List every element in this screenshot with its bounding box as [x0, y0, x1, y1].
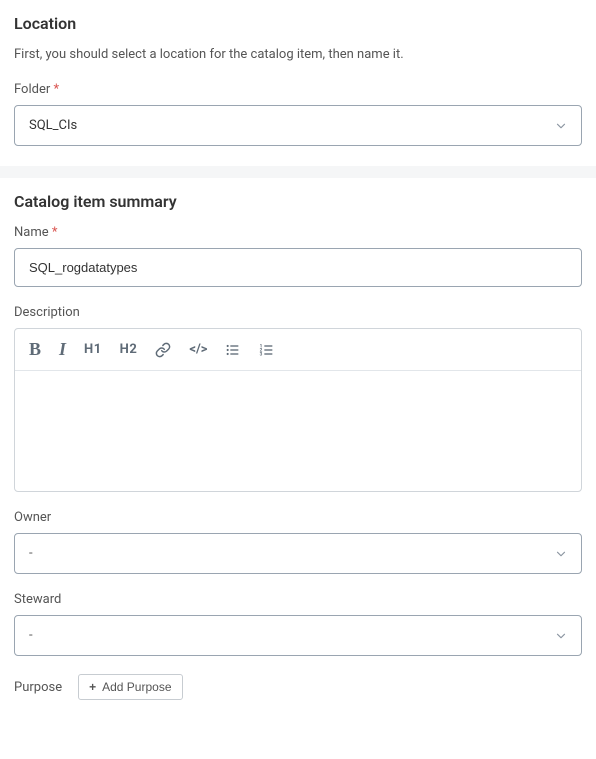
bold-button[interactable]: B: [29, 339, 41, 360]
folder-label-text: Folder: [14, 82, 50, 97]
required-marker: *: [54, 82, 60, 97]
required-marker: *: [52, 225, 58, 240]
location-title: Location: [14, 14, 582, 33]
owner-select[interactable]: -: [14, 533, 582, 574]
link-button[interactable]: [155, 342, 171, 358]
add-purpose-button[interactable]: + Add Purpose: [78, 674, 182, 700]
description-field-group: Description B I H1 H2 </> 123: [14, 305, 582, 492]
folder-select[interactable]: SQL_CIs: [14, 105, 582, 146]
folder-select-value: SQL_CIs: [29, 118, 77, 133]
heading2-button[interactable]: H2: [120, 342, 138, 357]
folder-label: Folder *: [14, 82, 582, 97]
steward-label: Steward: [14, 592, 582, 607]
location-section: Location First, you should select a loca…: [0, 0, 596, 166]
svg-text:3: 3: [260, 351, 263, 357]
summary-title: Catalog item summary: [14, 192, 582, 211]
summary-section: Catalog item summary Name * Description …: [0, 178, 596, 720]
add-purpose-label: Add Purpose: [102, 680, 171, 694]
location-intro: First, you should select a location for …: [14, 47, 582, 62]
purpose-field-group: Purpose + Add Purpose: [14, 674, 582, 700]
steward-select[interactable]: -: [14, 615, 582, 656]
name-label: Name *: [14, 225, 582, 240]
editor-toolbar: B I H1 H2 </> 123: [15, 329, 581, 371]
steward-select-value: -: [29, 628, 33, 643]
steward-select-wrap: -: [14, 615, 582, 656]
italic-button[interactable]: I: [59, 339, 66, 360]
bullet-list-button[interactable]: [225, 342, 241, 358]
purpose-label: Purpose: [14, 680, 62, 695]
section-divider: [0, 166, 596, 178]
name-field-group: Name *: [14, 225, 582, 287]
folder-select-wrap: SQL_CIs: [14, 105, 582, 146]
plus-icon: +: [89, 680, 96, 694]
description-textarea[interactable]: [15, 371, 581, 491]
steward-field-group: Steward -: [14, 592, 582, 656]
owner-field-group: Owner -: [14, 510, 582, 574]
owner-select-value: -: [29, 546, 33, 561]
description-label: Description: [14, 305, 582, 320]
code-button[interactable]: </>: [189, 342, 207, 357]
folder-field-group: Folder * SQL_CIs: [14, 82, 582, 146]
name-label-text: Name: [14, 225, 49, 240]
name-input[interactable]: [14, 248, 582, 287]
heading1-button[interactable]: H1: [84, 342, 102, 357]
numbered-list-button[interactable]: 123: [259, 342, 275, 358]
owner-select-wrap: -: [14, 533, 582, 574]
description-editor: B I H1 H2 </> 123: [14, 328, 582, 492]
owner-label: Owner: [14, 510, 582, 525]
